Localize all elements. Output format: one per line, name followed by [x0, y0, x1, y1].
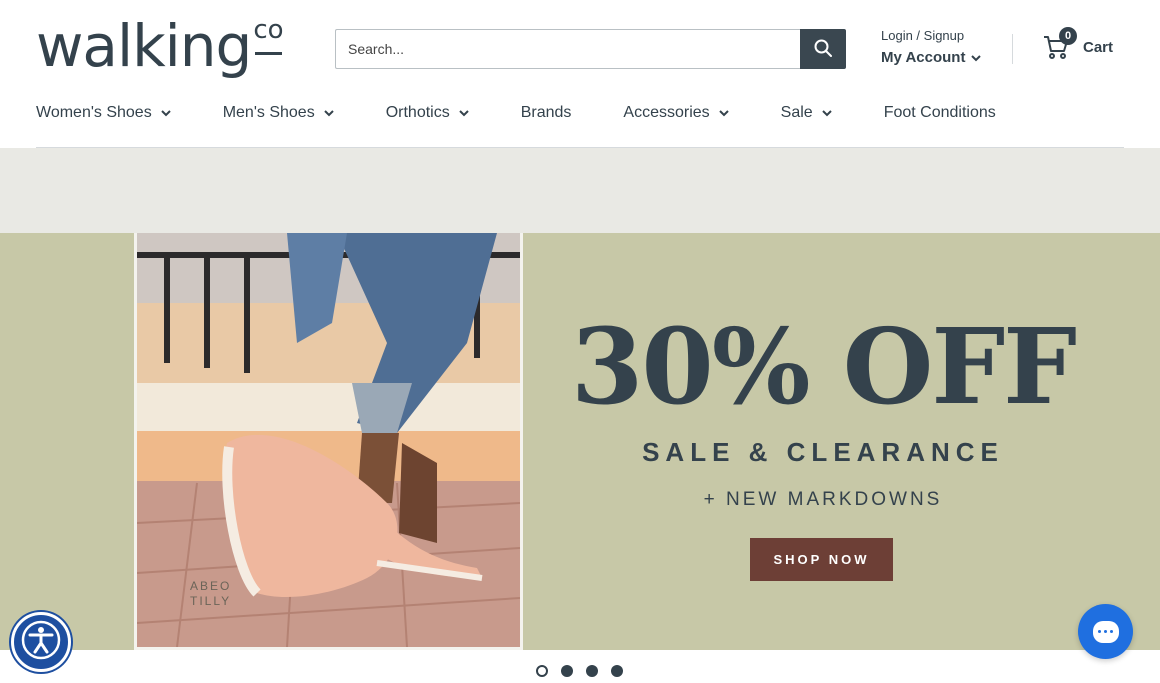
search-icon: [814, 39, 832, 60]
my-account-label: My Account: [881, 49, 966, 66]
main-nav: Women's Shoes Men's Shoes Orthotics Bran…: [36, 104, 996, 122]
chevron-down-icon: [323, 104, 334, 122]
cart-link[interactable]: 0 Cart: [1043, 27, 1114, 60]
nav-item-label: Women's Shoes: [36, 104, 152, 121]
accessibility-button[interactable]: [11, 612, 71, 672]
promo-headline: 30% OFF: [570, 305, 1077, 428]
search-button[interactable]: [800, 29, 846, 69]
shop-now-button[interactable]: SHOP NOW: [750, 538, 893, 581]
promo-subheadline: SALE & CLEARANCE: [642, 437, 1004, 467]
search-form: [335, 29, 846, 69]
cart-count-badge: 0: [1059, 27, 1077, 45]
chevron-down-icon: [971, 49, 982, 66]
carousel-dots: [536, 665, 623, 677]
nav-item-label: Orthotics: [385, 104, 450, 121]
header-divider: [1012, 34, 1013, 64]
my-account-dropdown[interactable]: My Account: [881, 49, 1001, 66]
carousel-dot-1[interactable]: [536, 665, 548, 677]
nav-item-label: Accessories: [623, 104, 710, 121]
nav-item-womens-shoes[interactable]: Women's Shoes: [36, 104, 171, 122]
walkingco-logo[interactable]: walking co: [36, 10, 284, 82]
logo-wordmark: walking: [36, 12, 252, 80]
carousel-dot-4[interactable]: [611, 665, 623, 677]
chat-button[interactable]: [1078, 604, 1133, 659]
promo-strip-placeholder: [0, 148, 1160, 233]
promo-panel: 30% OFF SALE & CLEARANCE + NEW MARKDOWNS…: [523, 233, 1160, 650]
nav-item-sale[interactable]: Sale: [781, 104, 832, 122]
chevron-down-icon: [160, 104, 171, 122]
promo-subheadline-2: + NEW MARKDOWNS: [703, 489, 943, 510]
accessibility-icon: [21, 620, 61, 665]
nav-item-foot-conditions[interactable]: Foot Conditions: [884, 104, 996, 122]
carousel-dot-3[interactable]: [586, 665, 598, 677]
login-signup-link[interactable]: Login / Signup: [881, 28, 1001, 43]
nav-item-accessories[interactable]: Accessories: [623, 104, 729, 122]
photo-caption-model: TILLY: [190, 594, 232, 608]
logo-superscript: co: [253, 10, 284, 55]
account-menu: Login / Signup My Account: [881, 28, 1001, 66]
cart-icon: 0: [1043, 27, 1077, 60]
hero-photo: ABEO TILLY: [134, 233, 523, 650]
hero-banner[interactable]: ABEO TILLY 30% OFF SALE & CLEARANCE + NE…: [0, 233, 1160, 650]
cart-label: Cart: [1083, 38, 1114, 56]
nav-item-mens-shoes[interactable]: Men's Shoes: [223, 104, 334, 122]
site-header: walking co Login / Signup My Account 0 C…: [0, 0, 1160, 148]
chat-icon: [1092, 620, 1119, 643]
nav-item-orthotics[interactable]: Orthotics: [386, 104, 469, 122]
chevron-down-icon: [821, 104, 832, 122]
search-input[interactable]: [335, 29, 800, 69]
nav-item-label: Brands: [520, 104, 572, 121]
chevron-down-icon: [459, 104, 469, 122]
chevron-down-icon: [718, 104, 729, 122]
photo-caption: ABEO TILLY: [190, 579, 231, 609]
nav-item-label: Men's Shoes: [222, 104, 315, 121]
photo-caption-brand: ABEO: [190, 579, 232, 593]
nav-item-label: Foot Conditions: [883, 104, 996, 121]
carousel-dot-2[interactable]: [561, 665, 573, 677]
nav-item-brands[interactable]: Brands: [521, 104, 572, 122]
nav-item-label: Sale: [780, 104, 813, 121]
